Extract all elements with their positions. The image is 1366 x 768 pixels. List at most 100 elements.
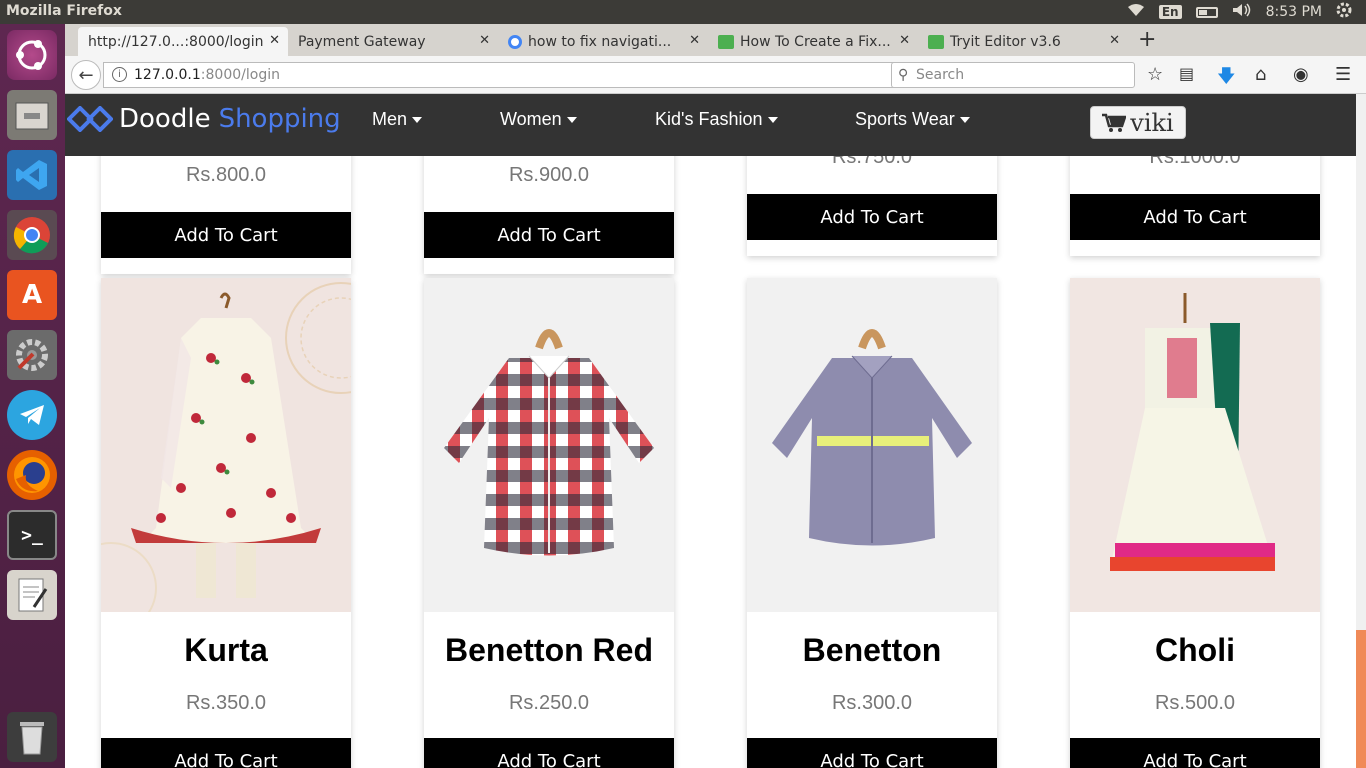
tab-payment-gateway[interactable]: Payment Gateway ✕ [288, 27, 498, 56]
caret-down-icon [959, 117, 970, 124]
reading-list-icon[interactable]: ▤ [1179, 64, 1194, 83]
product-price: Rs.900.0 [508, 164, 590, 186]
google-favicon-icon [508, 34, 522, 49]
url-host: 127.0.0.1 [134, 67, 201, 83]
keyboard-layout-indicator[interactable]: En [1158, 5, 1182, 19]
back-arrow-icon[interactable]: ← [71, 60, 101, 90]
add-to-cart-button[interactable]: Add To Cart [101, 212, 351, 258]
add-to-cart-button[interactable]: Add To Cart [1070, 738, 1320, 768]
power-gear-icon[interactable] [1336, 2, 1352, 22]
product-card: Rs.900.0 Add To Cart [424, 156, 674, 274]
url-path: :8000/login [200, 67, 280, 83]
product-grid: Rs.800.0 Add To Cart Rs.900.0 Add To Car… [65, 156, 1356, 768]
menu-kids-fashion[interactable]: Kid's Fashion [655, 109, 778, 130]
product-price: Rs.250.0 [508, 692, 590, 714]
cart-user-label: viki [1130, 108, 1174, 137]
add-to-cart-button[interactable]: Add To Cart [424, 212, 674, 258]
vscode-icon[interactable] [7, 150, 57, 200]
url-bar[interactable]: i 127.0.0.1:8000/login ↻ [103, 62, 925, 88]
menu-men[interactable]: Men [372, 109, 423, 130]
shopping-cart-icon [1102, 113, 1127, 132]
close-tab-icon[interactable]: ✕ [1109, 33, 1120, 48]
system-tray: En 8:53 PM [1127, 0, 1366, 24]
volume-icon[interactable] [1232, 3, 1252, 21]
site-navbar: Doodle Shopping Men Women Kid's Fashion … [65, 94, 1356, 156]
site-info-icon[interactable]: i [112, 67, 127, 82]
search-placeholder: Search [916, 67, 965, 83]
product-image-red-check-shirt[interactable] [424, 278, 674, 612]
bookmark-star-icon[interactable]: ☆ [1147, 64, 1163, 85]
product-card: Rs.1000.0 Add To Cart [1070, 156, 1320, 256]
tab-tryit-editor[interactable]: Tryit Editor v3.6 ✕ [918, 27, 1128, 56]
launcher-sidebar: A >_ [0, 24, 65, 768]
caret-down-icon [412, 117, 423, 124]
telegram-icon[interactable] [7, 390, 57, 440]
product-card: Rs.750.0 Add To Cart [747, 156, 997, 256]
product-card-choli: Choli Rs.500.0 Add To Cart [1070, 278, 1320, 768]
tab-w3schools-fixed[interactable]: How To Create a Fix... ✕ [708, 27, 918, 56]
add-to-cart-button[interactable]: Add To Cart [747, 738, 997, 768]
search-input[interactable]: ⚲ Search [891, 62, 1135, 88]
menu-sports-wear[interactable]: Sports Wear [855, 109, 970, 130]
product-card: Rs.800.0 Add To Cart [101, 156, 351, 274]
product-card-benetton-red: Benetton Red Rs.250.0 Add To Cart [424, 278, 674, 768]
product-price: Rs.350.0 [185, 692, 267, 714]
software-center-icon[interactable]: A [7, 270, 57, 320]
menu-hamburger-icon[interactable]: ☰ [1335, 64, 1351, 85]
firefox-icon[interactable] [7, 450, 57, 500]
tab-title: how to fix navigati... [528, 33, 672, 50]
brand-name: Doodle [119, 104, 211, 134]
product-price: Rs.750.0 [831, 156, 913, 168]
terminal-icon[interactable]: >_ [7, 510, 57, 560]
close-tab-icon[interactable]: ✕ [689, 33, 700, 48]
files-icon[interactable] [7, 90, 57, 140]
clock[interactable]: 8:53 PM [1266, 4, 1322, 20]
brand-logo[interactable]: Doodle Shopping [67, 104, 341, 134]
add-to-cart-button[interactable]: Add To Cart [747, 194, 997, 240]
close-tab-icon[interactable]: ✕ [269, 33, 280, 48]
menu-label: Women [500, 109, 562, 129]
product-name: Benetton [802, 632, 942, 668]
new-tab-icon[interactable]: + [1138, 27, 1156, 52]
caret-down-icon [767, 117, 778, 124]
caret-down-icon [566, 117, 577, 124]
chrome-icon[interactable] [7, 210, 57, 260]
product-image-kids-dress[interactable] [65, 278, 397, 634]
product-image-grey-shirt[interactable] [747, 278, 997, 612]
brand-name-accent: Shopping [218, 104, 341, 134]
tab-title: Tryit Editor v3.6 [950, 33, 1061, 50]
add-to-cart-button[interactable]: Add To Cart [101, 738, 351, 768]
product-price: Rs.500.0 [1154, 692, 1236, 714]
downloads-icon[interactable]: 🡇 [1217, 64, 1236, 94]
trash-icon[interactable] [7, 712, 57, 762]
menu-label: Kid's Fashion [655, 109, 763, 129]
system-settings-icon[interactable] [7, 330, 57, 380]
product-image-lehenga-choli[interactable] [1070, 278, 1320, 612]
menu-women[interactable]: Women [500, 109, 577, 130]
pocket-icon[interactable]: ◉ [1293, 64, 1309, 85]
product-name: Choli [1155, 632, 1235, 668]
wifi-icon[interactable] [1127, 3, 1145, 21]
close-tab-icon[interactable]: ✕ [899, 33, 910, 48]
browser-tab-bar: http://127.0...:8000/login ✕ Payment Gat… [65, 24, 1366, 56]
close-tab-icon[interactable]: ✕ [479, 33, 490, 48]
cart-button[interactable]: viki [1090, 106, 1186, 139]
home-icon[interactable]: ⌂ [1255, 64, 1266, 85]
menu-label: Sports Wear [855, 109, 955, 129]
scrollbar-thumb[interactable] [1356, 630, 1366, 768]
product-price: Rs.300.0 [831, 692, 913, 714]
product-name: Kurta [184, 632, 268, 668]
product-card-kurta: Kurta Rs.350.0 Add To Cart [65, 278, 397, 768]
text-editor-icon[interactable] [7, 570, 57, 620]
tab-login[interactable]: http://127.0...:8000/login ✕ [78, 27, 288, 56]
tab-google-search[interactable]: how to fix navigati... ✕ [498, 27, 708, 56]
add-to-cart-button[interactable]: Add To Cart [1070, 194, 1320, 240]
battery-icon[interactable] [1195, 6, 1218, 18]
menu-label: Men [372, 109, 408, 129]
w3schools-favicon-icon [718, 34, 734, 49]
w3schools-favicon-icon [928, 34, 944, 49]
tab-title: Payment Gateway [298, 33, 426, 50]
product-price: Rs.800.0 [185, 164, 267, 186]
add-to-cart-button[interactable]: Add To Cart [424, 738, 674, 768]
ubuntu-dash-icon[interactable] [7, 30, 57, 80]
